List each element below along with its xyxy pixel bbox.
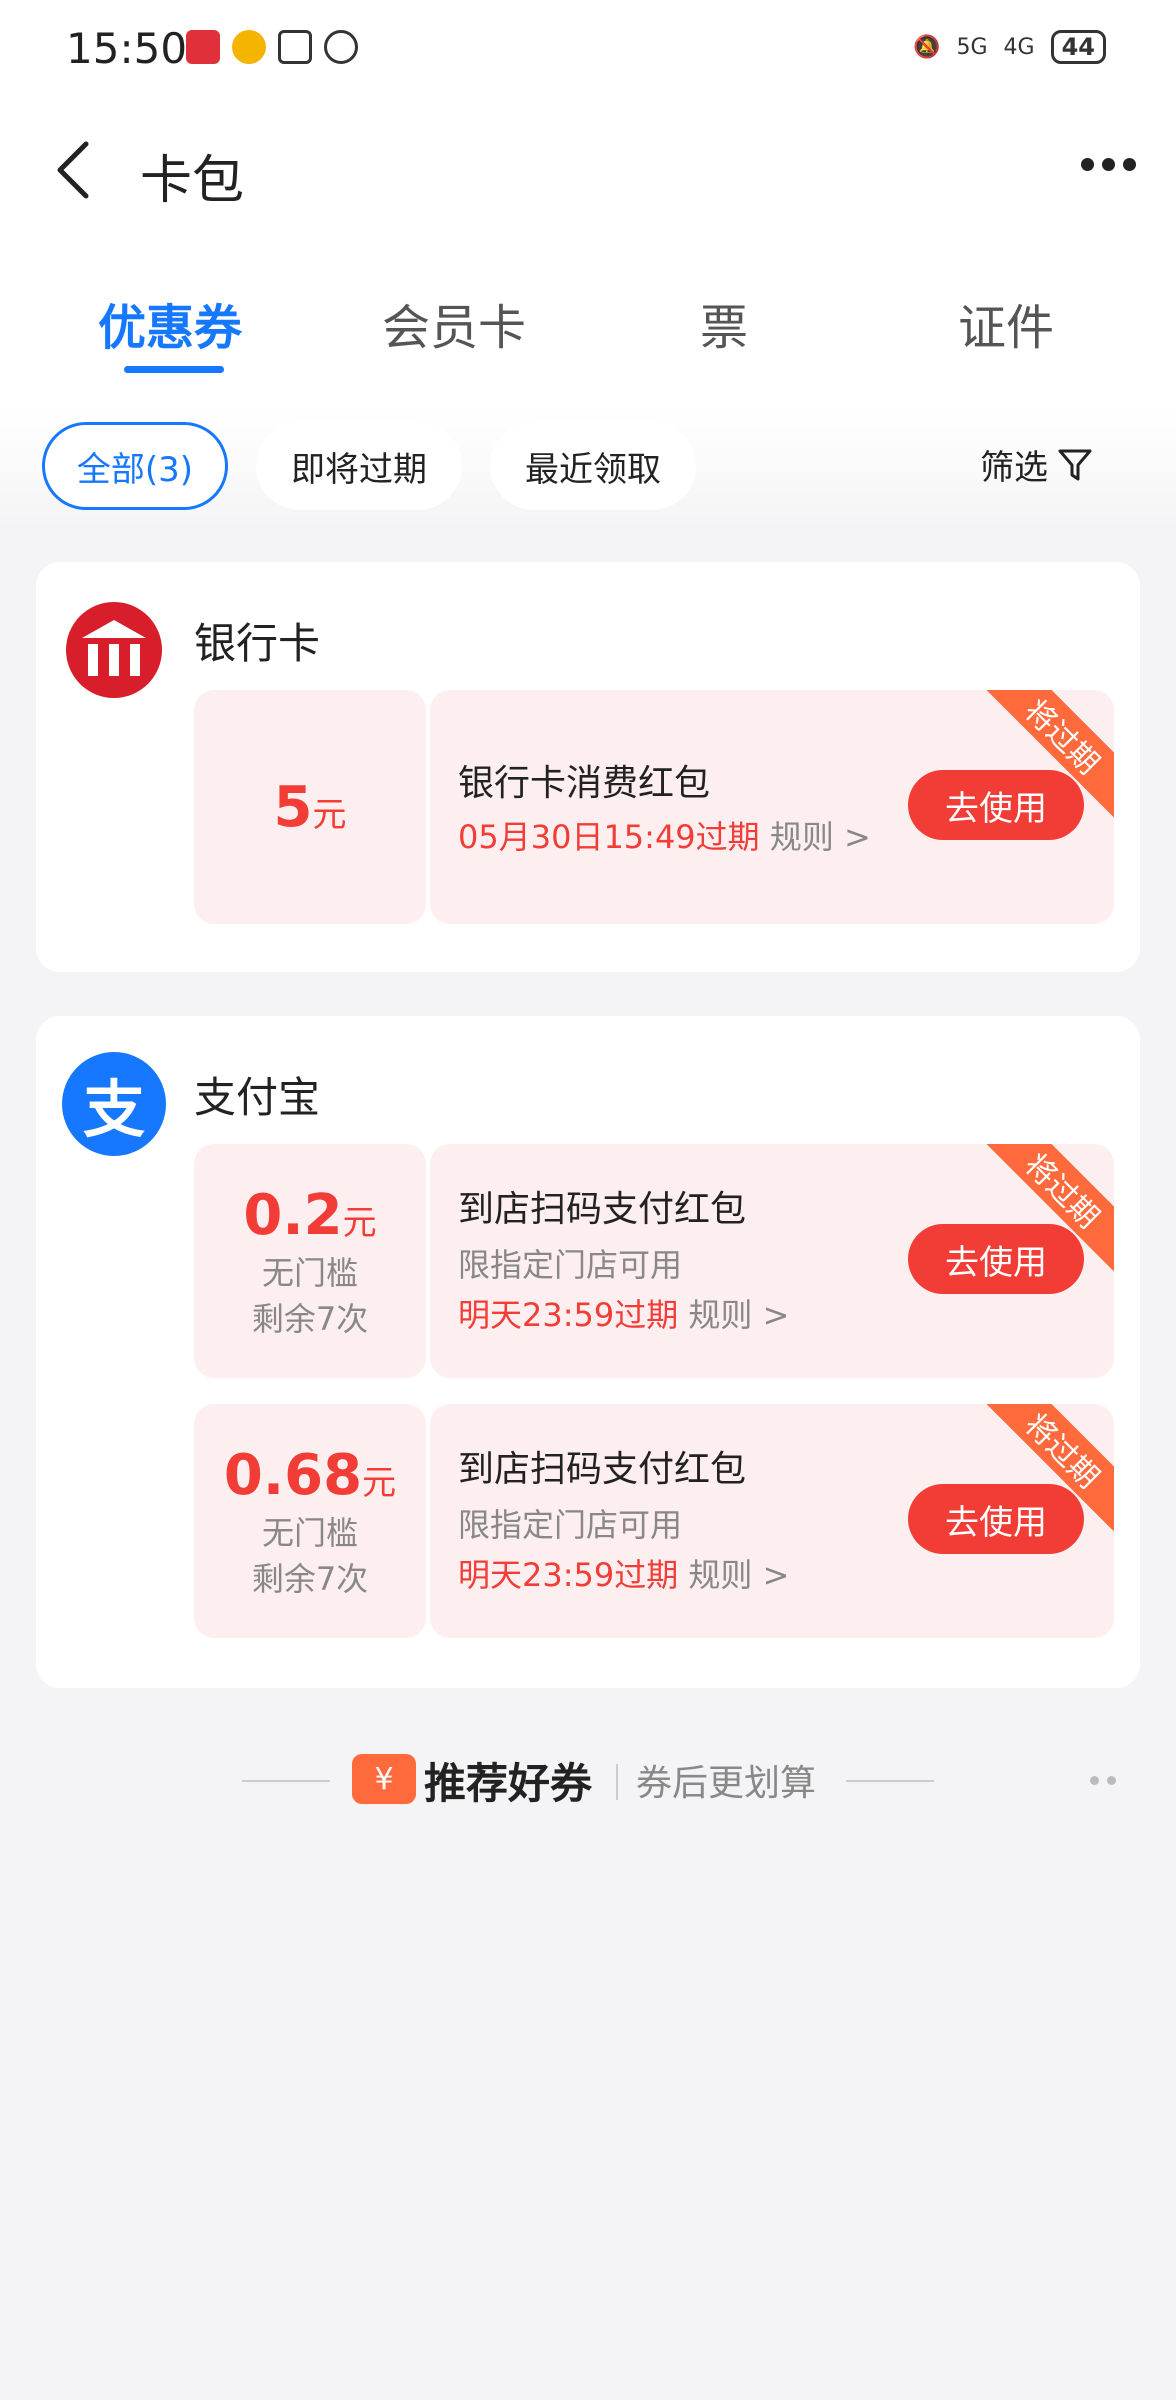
coupon-remaining: 剩余7次	[251, 1299, 369, 1338]
recommended-subtitle: 券后更划算	[636, 1763, 817, 1804]
coupon-detail-panel: 银行卡消费红包 05月30日15:49过期 规则 > 去使用 将过期	[430, 690, 1114, 924]
filter-bar: 全部(3) 即将过期 最近领取 筛选	[0, 410, 1176, 530]
funnel-icon	[1058, 449, 1092, 480]
coupon-detail-panel: 到店扫码支付红包 限指定门店可用 明天23:59过期 规则 > 去使用 将过期	[430, 1404, 1114, 1638]
use-coupon-button[interactable]: 去使用	[908, 770, 1084, 840]
use-coupon-button[interactable]: 去使用	[908, 1224, 1084, 1294]
recommended-divider: ¥ 推荐好券 券后更划算	[0, 1730, 1176, 1830]
coupon-amount: 5元	[273, 774, 347, 840]
page-header: 卡包	[0, 100, 1176, 240]
coupon-expiry: 明天23:59过期 规则 >	[458, 1296, 790, 1334]
coupon-detail-panel: 到店扫码支付红包 限指定门店可用 明天23:59过期 规则 > 去使用 将过期	[430, 1144, 1114, 1378]
divider-separator	[616, 1764, 618, 1800]
alipay-logo-icon: 支	[62, 1052, 166, 1156]
coupon-badge-icon: ¥	[352, 1754, 416, 1804]
coupon-description: 限指定门店可用	[458, 1506, 683, 1544]
alipay-name: 支付宝	[194, 1073, 321, 1122]
nfc-icon	[278, 30, 312, 64]
coupon-expiry: 明天23:59过期 规则 >	[458, 1556, 790, 1594]
active-tab-indicator	[124, 366, 224, 373]
rules-link[interactable]: 规则 >	[770, 818, 871, 856]
coupon-title: 到店扫码支付红包	[458, 1449, 747, 1490]
divider-line	[242, 1780, 330, 1782]
bank-card-section: 银行卡 5元 银行卡消费红包 05月30日15:49过期 规则 > 去使用 将过…	[36, 562, 1140, 972]
coupon-item: 0.2元 无门槛 剩余7次 到店扫码支付红包 限指定门店可用 明天23:59过期…	[194, 1144, 1114, 1378]
coupon-description: 限指定门店可用	[458, 1246, 683, 1284]
filter-label: 筛选	[980, 448, 1048, 488]
mute-icon: 🔕	[913, 34, 941, 60]
signal-4g-icon: 4G	[1003, 34, 1035, 60]
alarm-icon	[324, 30, 358, 64]
coupon-title: 银行卡消费红包	[458, 763, 711, 804]
coupon-amount: 0.68元	[223, 1442, 397, 1508]
coupon-amount-panel: 5元	[194, 690, 426, 924]
bank-logo-icon	[62, 598, 166, 702]
tab-membership-cards[interactable]: 会员卡	[382, 288, 526, 358]
tab-coupons[interactable]: 优惠券	[98, 288, 242, 358]
filter-expiring-chip[interactable]: 即将过期	[256, 422, 462, 510]
tab-tickets[interactable]: 票	[700, 288, 748, 358]
filter-button[interactable]: 筛选	[980, 440, 1096, 489]
bank-card-name: 银行卡	[194, 619, 321, 668]
coupon-amount-panel: 0.68元 无门槛 剩余7次	[194, 1404, 426, 1638]
alipay-section: 支 支付宝 0.2元 无门槛 剩余7次 到店扫码支付红包 限指定门店可用 明天2…	[36, 1016, 1140, 1688]
back-arrow-icon[interactable]	[50, 140, 100, 200]
coupon-expiry: 05月30日15:49过期 规则 >	[458, 818, 871, 856]
notification-icons	[186, 30, 358, 64]
coupon-threshold: 无门槛	[261, 1253, 358, 1292]
page-title: 卡包	[140, 151, 245, 211]
more-options-icon[interactable]	[1081, 158, 1136, 171]
coupon-item: 0.68元 无门槛 剩余7次 到店扫码支付红包 限指定门店可用 明天23:59过…	[194, 1404, 1114, 1638]
coupon-amount-panel: 0.2元 无门槛 剩余7次	[194, 1144, 426, 1378]
more-dots-icon[interactable]	[1090, 1776, 1116, 1785]
battery-icon: 44	[1050, 30, 1106, 64]
weibo-icon	[232, 30, 266, 64]
tab-documents[interactable]: 证件	[958, 288, 1054, 358]
coupon-threshold: 无门槛	[261, 1513, 358, 1552]
rules-link[interactable]: 规则 >	[688, 1296, 789, 1334]
divider-line	[846, 1780, 934, 1782]
tab-bar: 优惠券 会员卡 票 证件	[0, 240, 1176, 410]
status-time: 15:50	[66, 24, 188, 73]
coupon-item: 5元 银行卡消费红包 05月30日15:49过期 规则 > 去使用 将过期	[194, 690, 1114, 924]
app-notification-icon	[186, 30, 220, 64]
coupon-amount: 0.2元	[243, 1182, 377, 1248]
coupon-remaining: 剩余7次	[251, 1559, 369, 1598]
filter-recent-chip[interactable]: 最近领取	[490, 422, 696, 510]
filter-all-chip[interactable]: 全部(3)	[42, 422, 228, 510]
recommended-title: 推荐好券	[424, 1759, 593, 1808]
rules-link[interactable]: 规则 >	[688, 1556, 789, 1594]
use-coupon-button[interactable]: 去使用	[908, 1484, 1084, 1554]
status-bar: 15:50 🔕 5G 4G 44	[0, 0, 1176, 100]
system-icons: 🔕 5G 4G 44	[913, 30, 1106, 64]
signal-5g-icon: 5G	[956, 34, 988, 60]
coupon-title: 到店扫码支付红包	[458, 1189, 747, 1230]
